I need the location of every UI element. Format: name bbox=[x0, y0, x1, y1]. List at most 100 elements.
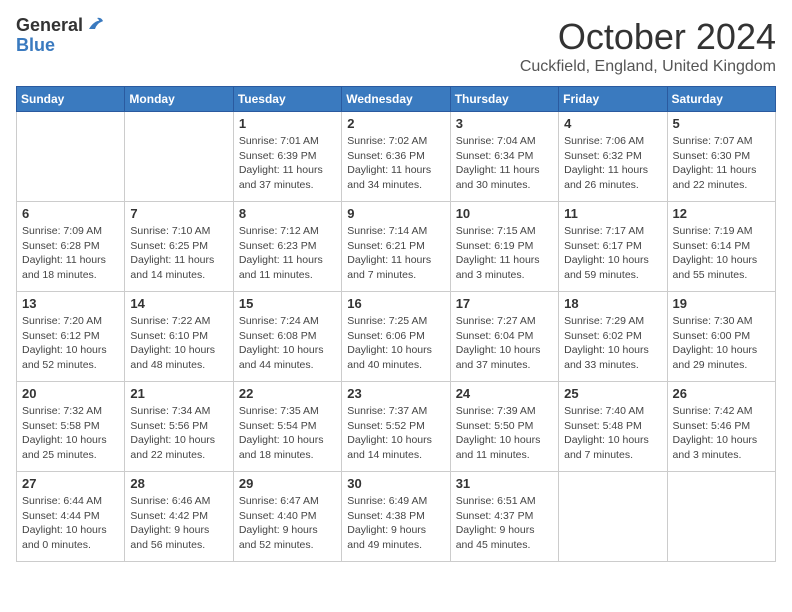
calendar-cell: 22Sunrise: 7:35 AM Sunset: 5:54 PM Dayli… bbox=[233, 382, 341, 472]
calendar-cell: 4 Sunrise: 7:06 AM Sunset: 6:32 PM Daylig… bbox=[559, 112, 667, 202]
day-info: Sunrise: 7:30 AM Sunset: 6:00 PM Dayligh… bbox=[673, 314, 770, 373]
day-number: 19 bbox=[673, 296, 770, 311]
day-header-thursday: Thursday bbox=[450, 87, 558, 112]
day-number: 2 bbox=[347, 116, 444, 131]
day-number: 15 bbox=[239, 296, 336, 311]
calendar-cell: 1 Sunrise: 7:01 AM Sunset: 6:39 PM Daylig… bbox=[233, 112, 341, 202]
day-number: 13 bbox=[22, 296, 119, 311]
calendar-cell: 6Sunrise: 7:09 AM Sunset: 6:28 PM Daylig… bbox=[17, 202, 125, 292]
day-info: Sunrise: 7:17 AM Sunset: 6:17 PM Dayligh… bbox=[564, 224, 661, 283]
calendar-table: SundayMondayTuesdayWednesdayThursdayFrid… bbox=[16, 86, 776, 562]
day-info: Sunrise: 7:06 AM Sunset: 6:32 PM Dayligh… bbox=[564, 134, 661, 193]
calendar-cell: 8 Sunrise: 7:12 AM Sunset: 6:23 PM Daylig… bbox=[233, 202, 341, 292]
calendar-cell: 27 Sunrise: 6:44 AM Sunset: 4:44 PM Dayli… bbox=[17, 472, 125, 562]
day-header-row: SundayMondayTuesdayWednesdayThursdayFrid… bbox=[17, 87, 776, 112]
day-info: Sunrise: 7:02 AM Sunset: 6:36 PM Dayligh… bbox=[347, 134, 444, 193]
day-info: Sunrise: 6:44 AM Sunset: 4:44 PM Dayligh… bbox=[22, 494, 119, 553]
day-number: 31 bbox=[456, 476, 553, 491]
calendar-cell: 24 Sunrise: 7:39 AM Sunset: 5:50 PM Dayli… bbox=[450, 382, 558, 472]
day-number: 12 bbox=[673, 206, 770, 221]
calendar-cell: 13Sunrise: 7:20 AM Sunset: 6:12 PM Dayli… bbox=[17, 292, 125, 382]
calendar-cell bbox=[559, 472, 667, 562]
day-info: Sunrise: 7:29 AM Sunset: 6:02 PM Dayligh… bbox=[564, 314, 661, 373]
day-number: 26 bbox=[673, 386, 770, 401]
calendar-cell: 19 Sunrise: 7:30 AM Sunset: 6:00 PM Dayli… bbox=[667, 292, 775, 382]
logo-general-text: General bbox=[16, 16, 83, 36]
calendar-cell: 10 Sunrise: 7:15 AM Sunset: 6:19 PM Dayli… bbox=[450, 202, 558, 292]
day-info: Sunrise: 7:32 AM Sunset: 5:58 PM Dayligh… bbox=[22, 404, 119, 463]
day-info: Sunrise: 7:24 AM Sunset: 6:08 PM Dayligh… bbox=[239, 314, 336, 373]
calendar-cell bbox=[17, 112, 125, 202]
day-info: Sunrise: 7:35 AM Sunset: 5:54 PM Dayligh… bbox=[239, 404, 336, 463]
calendar-cell: 9 Sunrise: 7:14 AM Sunset: 6:21 PM Daylig… bbox=[342, 202, 450, 292]
calendar-cell: 31Sunrise: 6:51 AM Sunset: 4:37 PM Dayli… bbox=[450, 472, 558, 562]
day-number: 10 bbox=[456, 206, 553, 221]
week-row-4: 20 Sunrise: 7:32 AM Sunset: 5:58 PM Dayli… bbox=[17, 382, 776, 472]
day-number: 16 bbox=[347, 296, 444, 311]
day-number: 20 bbox=[22, 386, 119, 401]
day-info: Sunrise: 7:04 AM Sunset: 6:34 PM Dayligh… bbox=[456, 134, 553, 193]
day-info: Sunrise: 7:14 AM Sunset: 6:21 PM Dayligh… bbox=[347, 224, 444, 283]
calendar-cell: 28 Sunrise: 6:46 AM Sunset: 4:42 PM Dayli… bbox=[125, 472, 233, 562]
day-info: Sunrise: 7:07 AM Sunset: 6:30 PM Dayligh… bbox=[673, 134, 770, 193]
page-header: General Blue October 2024 Cuckfield, Eng… bbox=[16, 16, 776, 76]
logo: General Blue bbox=[16, 16, 105, 56]
day-number: 14 bbox=[130, 296, 227, 311]
day-number: 5 bbox=[673, 116, 770, 131]
calendar-cell: 26Sunrise: 7:42 AM Sunset: 5:46 PM Dayli… bbox=[667, 382, 775, 472]
day-header-saturday: Saturday bbox=[667, 87, 775, 112]
day-number: 4 bbox=[564, 116, 661, 131]
day-info: Sunrise: 7:22 AM Sunset: 6:10 PM Dayligh… bbox=[130, 314, 227, 373]
day-info: Sunrise: 7:10 AM Sunset: 6:25 PM Dayligh… bbox=[130, 224, 227, 283]
week-row-2: 6Sunrise: 7:09 AM Sunset: 6:28 PM Daylig… bbox=[17, 202, 776, 292]
calendar-cell bbox=[125, 112, 233, 202]
calendar-cell: 7 Sunrise: 7:10 AM Sunset: 6:25 PM Daylig… bbox=[125, 202, 233, 292]
day-info: Sunrise: 7:27 AM Sunset: 6:04 PM Dayligh… bbox=[456, 314, 553, 373]
day-number: 27 bbox=[22, 476, 119, 491]
calendar-cell: 18 Sunrise: 7:29 AM Sunset: 6:02 PM Dayli… bbox=[559, 292, 667, 382]
week-row-5: 27 Sunrise: 6:44 AM Sunset: 4:44 PM Dayli… bbox=[17, 472, 776, 562]
day-info: Sunrise: 6:46 AM Sunset: 4:42 PM Dayligh… bbox=[130, 494, 227, 553]
day-number: 25 bbox=[564, 386, 661, 401]
calendar-cell: 2 Sunrise: 7:02 AM Sunset: 6:36 PM Daylig… bbox=[342, 112, 450, 202]
day-header-sunday: Sunday bbox=[17, 87, 125, 112]
day-number: 8 bbox=[239, 206, 336, 221]
calendar-cell: 12Sunrise: 7:19 AM Sunset: 6:14 PM Dayli… bbox=[667, 202, 775, 292]
day-info: Sunrise: 6:47 AM Sunset: 4:40 PM Dayligh… bbox=[239, 494, 336, 553]
calendar-body: 1 Sunrise: 7:01 AM Sunset: 6:39 PM Daylig… bbox=[17, 112, 776, 562]
day-number: 3 bbox=[456, 116, 553, 131]
day-number: 17 bbox=[456, 296, 553, 311]
day-info: Sunrise: 7:39 AM Sunset: 5:50 PM Dayligh… bbox=[456, 404, 553, 463]
day-header-wednesday: Wednesday bbox=[342, 87, 450, 112]
calendar-cell: 21Sunrise: 7:34 AM Sunset: 5:56 PM Dayli… bbox=[125, 382, 233, 472]
day-info: Sunrise: 6:49 AM Sunset: 4:38 PM Dayligh… bbox=[347, 494, 444, 553]
calendar-cell: 15 Sunrise: 7:24 AM Sunset: 6:08 PM Dayli… bbox=[233, 292, 341, 382]
day-info: Sunrise: 7:12 AM Sunset: 6:23 PM Dayligh… bbox=[239, 224, 336, 283]
month-title: October 2024 bbox=[520, 16, 776, 58]
day-number: 24 bbox=[456, 386, 553, 401]
week-row-3: 13Sunrise: 7:20 AM Sunset: 6:12 PM Dayli… bbox=[17, 292, 776, 382]
day-number: 1 bbox=[239, 116, 336, 131]
day-info: Sunrise: 7:09 AM Sunset: 6:28 PM Dayligh… bbox=[22, 224, 119, 283]
day-info: Sunrise: 7:37 AM Sunset: 5:52 PM Dayligh… bbox=[347, 404, 444, 463]
day-number: 28 bbox=[130, 476, 227, 491]
day-number: 18 bbox=[564, 296, 661, 311]
calendar-cell: 30Sunrise: 6:49 AM Sunset: 4:38 PM Dayli… bbox=[342, 472, 450, 562]
calendar-cell: 29 Sunrise: 6:47 AM Sunset: 4:40 PM Dayli… bbox=[233, 472, 341, 562]
day-number: 9 bbox=[347, 206, 444, 221]
day-info: Sunrise: 7:15 AM Sunset: 6:19 PM Dayligh… bbox=[456, 224, 553, 283]
day-number: 29 bbox=[239, 476, 336, 491]
calendar-cell: 11Sunrise: 7:17 AM Sunset: 6:17 PM Dayli… bbox=[559, 202, 667, 292]
calendar-cell: 5 Sunrise: 7:07 AM Sunset: 6:30 PM Daylig… bbox=[667, 112, 775, 202]
day-number: 7 bbox=[130, 206, 227, 221]
day-info: Sunrise: 7:01 AM Sunset: 6:39 PM Dayligh… bbox=[239, 134, 336, 193]
day-number: 23 bbox=[347, 386, 444, 401]
day-header-friday: Friday bbox=[559, 87, 667, 112]
calendar-cell: 14 Sunrise: 7:22 AM Sunset: 6:10 PM Dayli… bbox=[125, 292, 233, 382]
location-text: Cuckfield, England, United Kingdom bbox=[520, 58, 776, 76]
day-header-tuesday: Tuesday bbox=[233, 87, 341, 112]
day-info: Sunrise: 7:40 AM Sunset: 5:48 PM Dayligh… bbox=[564, 404, 661, 463]
calendar-cell: 16 Sunrise: 7:25 AM Sunset: 6:06 PM Dayli… bbox=[342, 292, 450, 382]
day-info: Sunrise: 7:25 AM Sunset: 6:06 PM Dayligh… bbox=[347, 314, 444, 373]
calendar-cell: 23 Sunrise: 7:37 AM Sunset: 5:52 PM Dayli… bbox=[342, 382, 450, 472]
